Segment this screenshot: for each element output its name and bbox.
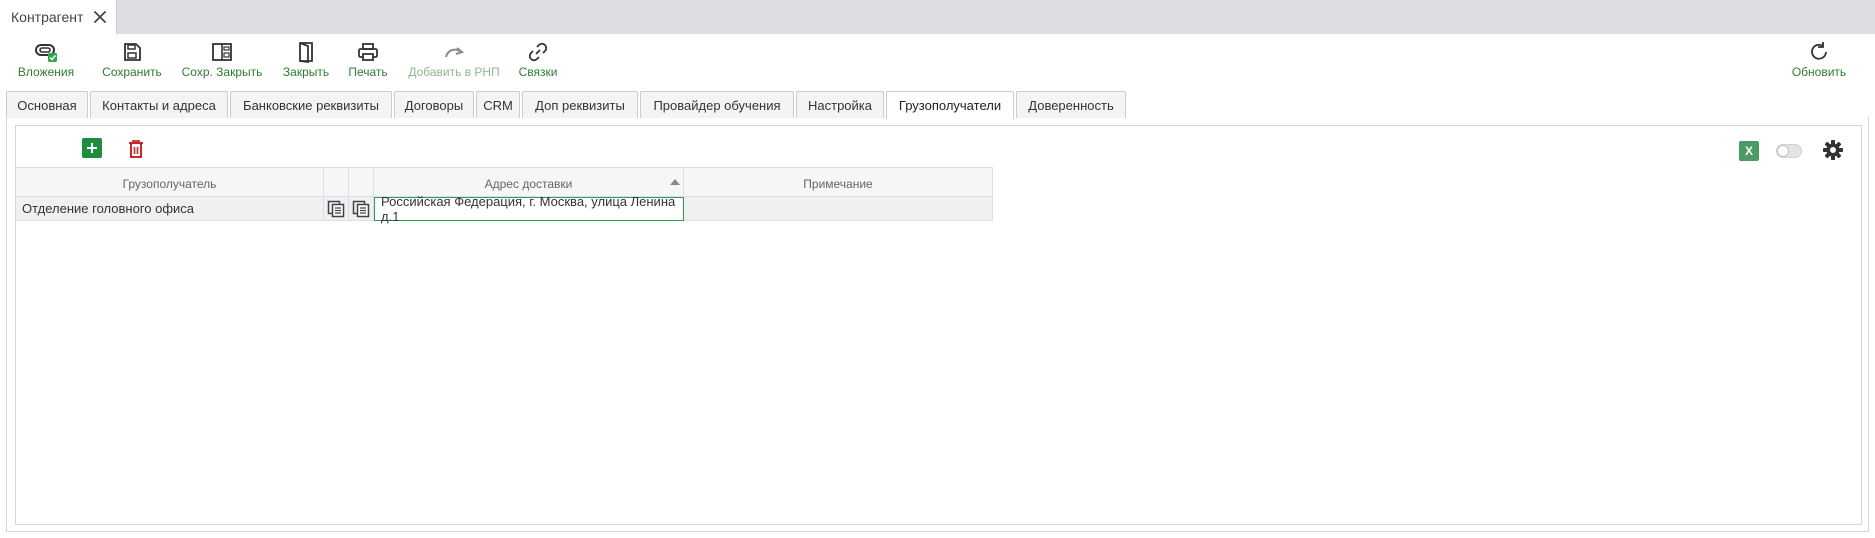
copy-icon bbox=[324, 200, 348, 218]
cell-copy-1[interactable] bbox=[324, 197, 349, 221]
tab-training-provider[interactable]: Провайдер обучения bbox=[640, 91, 794, 118]
floppy-disk-icon bbox=[119, 40, 145, 64]
column-header-copy-1 bbox=[324, 167, 349, 197]
tab-consignees[interactable]: Грузополучатели bbox=[886, 91, 1014, 119]
delete-row-button[interactable] bbox=[127, 139, 145, 159]
tab-bank-details[interactable]: Банковские реквизиты bbox=[230, 91, 392, 118]
print-label: Печать bbox=[348, 65, 388, 79]
toolbar: Вложения Сохранить Сохр. Закрыть Закрыть… bbox=[0, 34, 1875, 84]
window-tab-label: Контрагент bbox=[11, 9, 84, 25]
column-header-consignee[interactable]: Грузополучатель bbox=[16, 167, 324, 197]
save-close-label: Сохр. Закрыть bbox=[181, 65, 263, 79]
copy-icon bbox=[349, 200, 373, 218]
toggle-knob bbox=[1777, 145, 1789, 157]
column-header-note[interactable]: Примечание bbox=[684, 167, 993, 197]
sort-ascending-icon bbox=[670, 179, 680, 185]
tab-contracts[interactable]: Договоры bbox=[394, 91, 474, 118]
column-header-copy-2 bbox=[349, 167, 374, 197]
attachments-label: Вложения bbox=[17, 65, 75, 79]
window-tab-strip: Контрагент bbox=[0, 0, 1875, 34]
link-icon bbox=[525, 40, 551, 64]
paperclip-icon bbox=[33, 40, 59, 64]
cell-note[interactable] bbox=[684, 197, 993, 221]
close-icon[interactable] bbox=[92, 9, 108, 25]
refresh-icon bbox=[1806, 40, 1832, 64]
redo-arrow-icon bbox=[441, 40, 467, 64]
door-icon bbox=[293, 40, 319, 64]
gear-icon bbox=[1823, 140, 1843, 160]
excel-export-button[interactable]: X bbox=[1739, 141, 1759, 161]
add-rnp-label: Добавить в РНП bbox=[408, 65, 500, 79]
add-rnp-button[interactable]: Добавить в РНП bbox=[408, 40, 500, 82]
tab-panel: X Грузополучатель Адрес доставки Примеча… bbox=[6, 117, 1869, 532]
cell-address[interactable]: Российская Федерация, г. Москва, улица Л… bbox=[374, 194, 684, 224]
view-toggle[interactable] bbox=[1776, 144, 1802, 158]
tab-crm[interactable]: CRM bbox=[476, 91, 520, 118]
settings-button[interactable] bbox=[1822, 139, 1844, 161]
add-row-button[interactable] bbox=[82, 138, 102, 158]
attachments-button[interactable]: Вложения bbox=[18, 40, 74, 82]
tab-main[interactable]: Основная bbox=[6, 91, 88, 118]
save-close-button[interactable]: Сохр. Закрыть bbox=[180, 40, 264, 82]
cell-copy-2[interactable] bbox=[349, 197, 374, 221]
close-button[interactable]: Закрыть bbox=[282, 40, 330, 82]
refresh-button[interactable]: Обновить bbox=[1790, 40, 1848, 82]
cell-consignee[interactable]: Отделение головного офиса bbox=[16, 197, 324, 221]
print-button[interactable]: Печать bbox=[348, 40, 388, 82]
trash-icon bbox=[129, 140, 143, 158]
close-label: Закрыть bbox=[282, 65, 330, 79]
printer-icon bbox=[355, 40, 381, 64]
save-button[interactable]: Сохранить bbox=[100, 40, 164, 82]
save-close-icon bbox=[209, 40, 235, 64]
tab-power-of-attorney[interactable]: Доверенность bbox=[1016, 91, 1126, 118]
window-tab-counterparty[interactable]: Контрагент bbox=[0, 0, 117, 34]
links-label: Связки bbox=[518, 65, 558, 79]
links-button[interactable]: Связки bbox=[516, 40, 560, 82]
save-label: Сохранить bbox=[102, 65, 162, 79]
plus-icon bbox=[87, 143, 97, 153]
column-header-address-label: Адрес доставки bbox=[484, 177, 573, 191]
refresh-label: Обновить bbox=[1791, 65, 1847, 79]
column-header-address[interactable]: Адрес доставки bbox=[374, 167, 684, 197]
consignees-container: X Грузополучатель Адрес доставки Примеча… bbox=[15, 125, 1862, 525]
tab-contacts[interactable]: Контакты и адреса bbox=[90, 91, 228, 118]
tab-settings[interactable]: Настройка bbox=[796, 91, 884, 118]
tab-extra-details[interactable]: Доп реквизиты bbox=[522, 91, 638, 118]
